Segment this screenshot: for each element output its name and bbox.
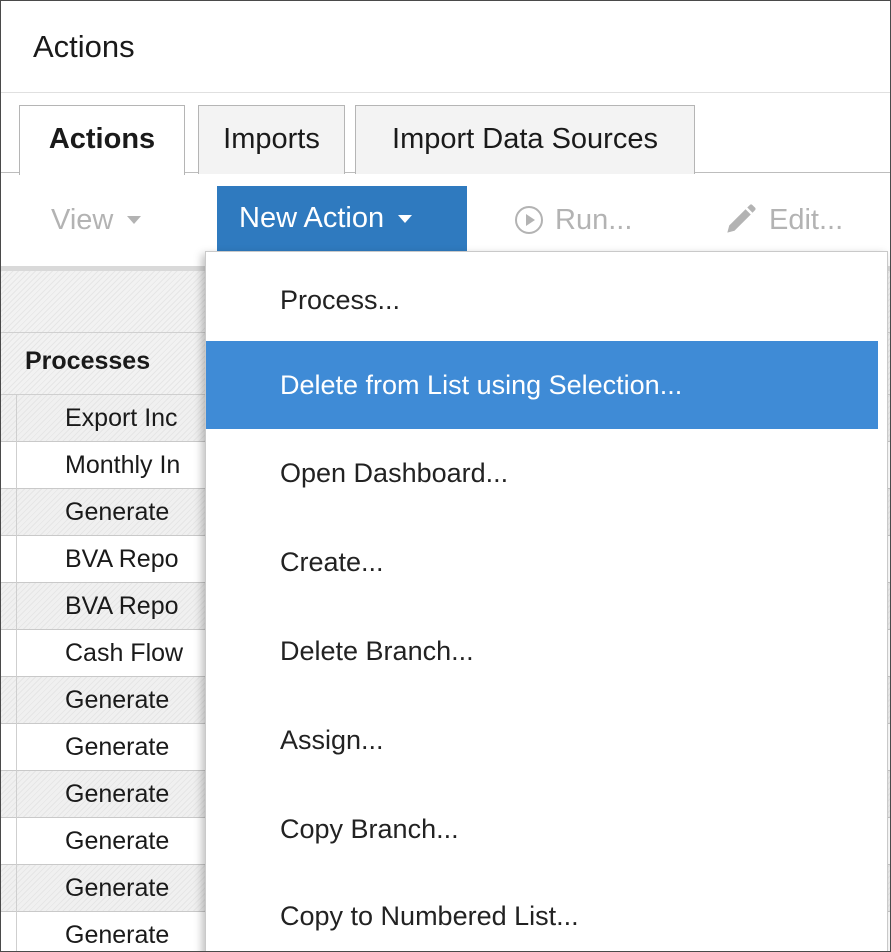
column-divider [16,395,17,951]
menu-item-create[interactable]: Create... [206,518,878,606]
tab-bar: Actions Imports Import Data Sources [1,93,890,175]
row-process-name: Export Inc [65,403,178,432]
menu-item-copy-branch[interactable]: Copy Branch... [206,785,878,873]
new-action-label: New Action [239,202,385,234]
actions-panel: Actions Actions Imports Import Data Sour… [0,0,891,952]
row-process-name: Generate [65,732,170,761]
menu-item-process[interactable]: Process... [206,256,878,344]
new-action-dropdown-menu: Process... Delete from List using Select… [205,251,888,951]
menu-item-assign[interactable]: Assign... [206,696,878,784]
chevron-down-icon [127,216,142,224]
row-process-name: Cash Flow [65,638,184,667]
column-header-label: Processes [25,347,151,375]
row-process-name: Generate [65,920,170,949]
row-process-name: Generate [65,826,170,855]
view-button-label: View [51,203,114,236]
chevron-down-icon [398,214,413,223]
run-button[interactable]: Run... [515,188,632,252]
row-process-name: Monthly In [65,450,181,479]
run-button-label: Run... [555,203,633,236]
row-process-name: BVA Repo [65,591,179,620]
menu-item-open-dashboard[interactable]: Open Dashboard... [206,429,878,517]
row-process-name: Generate [65,779,170,808]
menu-item-delete-from-list[interactable]: Delete from List using Selection... [206,341,878,429]
pencil-icon [727,204,756,233]
play-icon [515,206,543,234]
tab-imports[interactable]: Imports [198,105,345,174]
tab-actions[interactable]: Actions [19,105,185,175]
row-process-name: Generate [65,685,170,714]
panel-title: Actions [33,29,135,64]
new-action-button[interactable]: New Action [217,186,467,251]
row-process-name: Generate [65,497,170,526]
row-process-name: BVA Repo [65,544,179,573]
menu-item-copy-to-numbered-list[interactable]: Copy to Numbered List... [206,872,878,951]
edit-button[interactable]: Edit... [721,188,843,252]
menu-item-delete-branch[interactable]: Delete Branch... [206,607,878,695]
row-process-name: Generate [65,873,170,902]
view-menu-button[interactable]: View [51,188,142,252]
edit-button-label: Edit... [769,203,844,236]
panel-header: Actions [1,1,890,93]
tab-import-data-sources[interactable]: Import Data Sources [355,105,695,174]
